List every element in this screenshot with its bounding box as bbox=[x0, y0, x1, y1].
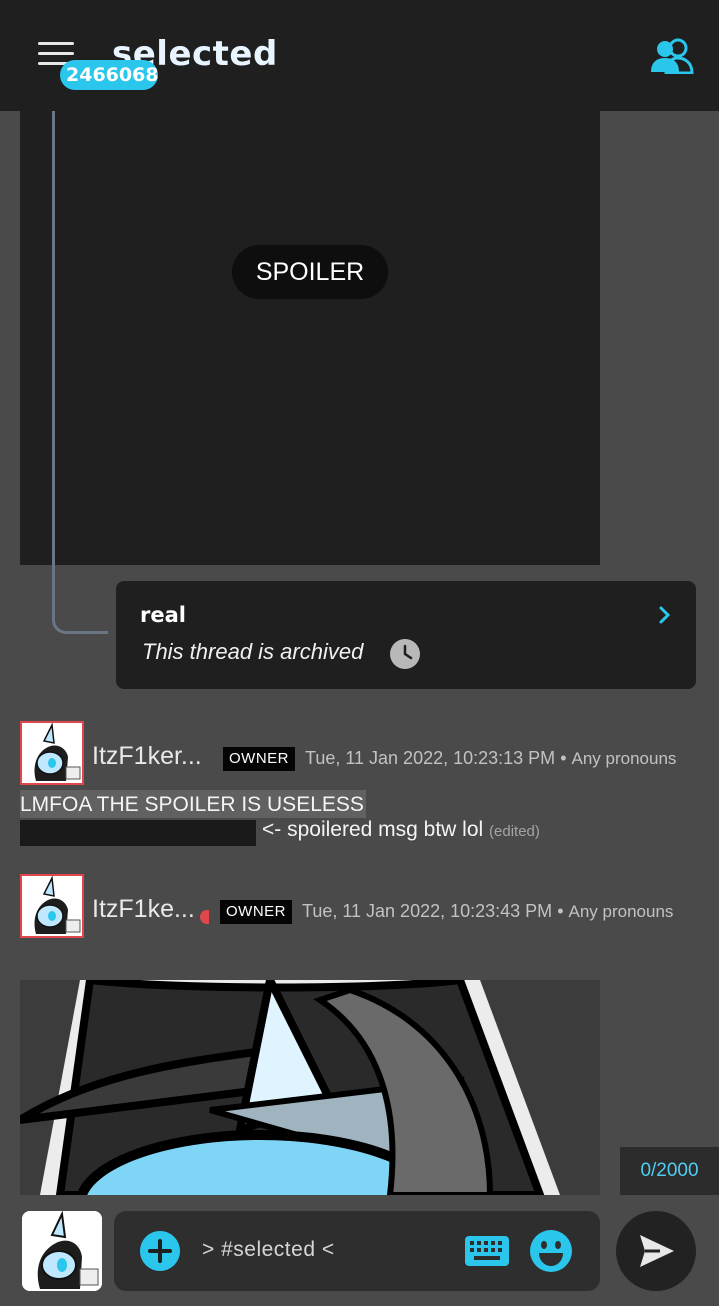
character-counter: 0/2000 bbox=[620, 1147, 719, 1195]
unread-badge: 2466068 bbox=[60, 60, 158, 90]
message-timestamp: Tue, 11 Jan 2022, 10:23:13 PM bbox=[305, 748, 556, 768]
send-button[interactable] bbox=[616, 1211, 696, 1291]
owner-role-badge: OWNER bbox=[223, 747, 295, 771]
message-input-placeholder[interactable]: > #selected < bbox=[202, 1238, 335, 1262]
meta-separator: • bbox=[560, 748, 567, 768]
message-meta: Tue, 11 Jan 2022, 10:23:13 PM • Any pron… bbox=[305, 748, 676, 769]
message-composer: > #selected < bbox=[0, 1195, 719, 1306]
thread-card[interactable]: real This thread is archived bbox=[116, 581, 696, 689]
message-author[interactable]: ItzF1ker... bbox=[92, 742, 202, 771]
thread-status: This thread is archived bbox=[142, 639, 364, 664]
plus-icon[interactable] bbox=[140, 1231, 180, 1271]
spoiler-reveal-button[interactable]: SPOILER bbox=[232, 245, 388, 299]
owner-role-badge: OWNER bbox=[220, 900, 292, 924]
own-avatar[interactable] bbox=[22, 1211, 102, 1291]
pony-avatar-icon bbox=[22, 876, 82, 936]
thread-connector-line bbox=[52, 111, 108, 634]
emoji-icon[interactable] bbox=[530, 1230, 572, 1272]
message-text-line: LMFOA THE SPOILER IS USELESS bbox=[20, 790, 366, 818]
message-author[interactable]: ItzF1ke... bbox=[92, 895, 195, 924]
message-text: <- spoilered msg btw lol bbox=[262, 818, 484, 841]
image-attachment[interactable] bbox=[20, 980, 600, 1195]
top-bar: selected 2466068 bbox=[0, 0, 719, 111]
message-meta: Tue, 11 Jan 2022, 10:23:43 PM • Any pron… bbox=[302, 901, 673, 922]
send-icon bbox=[640, 1235, 674, 1267]
status-indicator bbox=[200, 910, 209, 924]
spoiler-text-block[interactable] bbox=[20, 820, 256, 846]
thread-name: real bbox=[140, 603, 186, 627]
chevron-right-icon[interactable] bbox=[658, 605, 672, 625]
pony-avatar-icon bbox=[22, 1211, 102, 1291]
avatar[interactable] bbox=[20, 874, 84, 938]
users-icon[interactable] bbox=[650, 38, 694, 74]
avatar[interactable] bbox=[20, 721, 84, 785]
message-text-line: <- spoilered msg btw lol (edited) bbox=[262, 818, 540, 842]
pony-artwork-icon bbox=[20, 980, 600, 1195]
author-pronouns: Any pronouns bbox=[568, 902, 674, 921]
pony-avatar-icon bbox=[22, 723, 82, 783]
edited-indicator: (edited) bbox=[489, 823, 540, 840]
keyboard-icon[interactable] bbox=[464, 1235, 510, 1267]
message-timestamp: Tue, 11 Jan 2022, 10:23:43 PM bbox=[302, 901, 553, 921]
message-input[interactable]: > #selected < bbox=[114, 1211, 600, 1291]
author-pronouns: Any pronouns bbox=[571, 749, 677, 768]
clock-icon bbox=[390, 639, 420, 669]
meta-separator: • bbox=[557, 901, 564, 921]
